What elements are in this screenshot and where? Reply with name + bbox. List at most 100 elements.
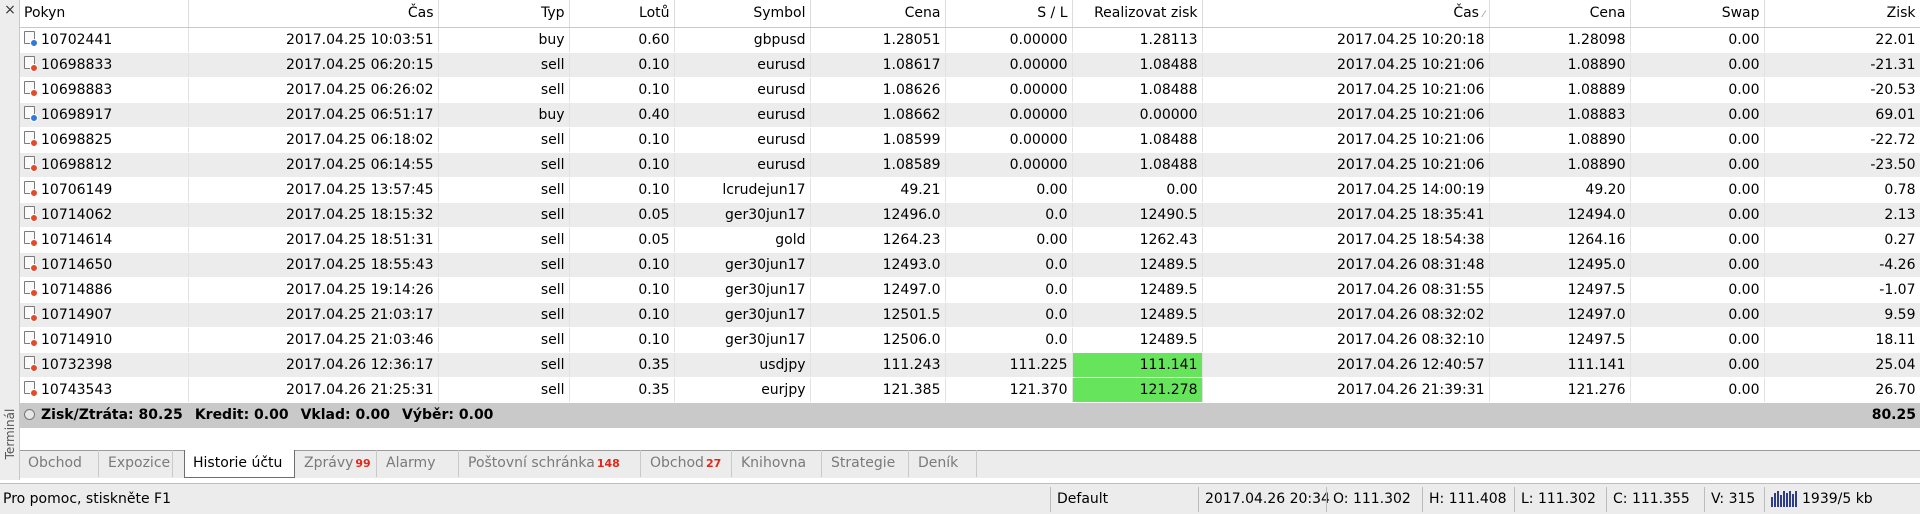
col-header-tp[interactable]: Realizovat zisk [1072,0,1203,28]
sl-cell: 0.00000 [945,77,1073,103]
summary-collapse-icon[interactable] [24,409,35,420]
order-cell: 10743543 [20,377,189,403]
sl-cell: 0.0 [945,277,1073,303]
tp-cell: 1.08488 [1072,77,1203,103]
tab-strategy[interactable]: Strategie [823,450,909,477]
tab-label: Obchod [28,455,82,471]
type-cell: sell [438,302,570,328]
tp-cell: 12490.5 [1072,202,1203,228]
close-time-cell: 2017.04.25 10:20:18 [1202,27,1490,53]
table-row[interactable]: 10714907 2017.04.25 21:03:17 sell 0.10 ger30… [20,302,1920,328]
table-row[interactable]: 10743543 2017.04.26 21:25:31 sell 0.35 eurjp… [20,377,1920,403]
col-header-lots[interactable]: Lotů [569,0,675,28]
open-price-cell: 12497.0 [810,277,946,303]
table-row[interactable]: 10714910 2017.04.25 21:03:46 sell 0.10 ger30… [20,327,1920,353]
swap-cell: 0.00 [1630,127,1765,153]
type-cell: sell [438,277,570,303]
tp-cell: 0.00000 [1072,102,1203,128]
tab-label: Deník [918,455,959,471]
symbol-cell: ger30jun17 [674,277,811,303]
table-row[interactable]: 10702441 2017.04.25 10:03:51 buy 0.60 gbpusd… [20,27,1920,53]
table-row[interactable]: 10698825 2017.04.25 06:18:02 sell 0.10 eurus… [20,127,1920,153]
status-connection[interactable]: 1939/5 kb [1764,487,1920,512]
swap-cell: 0.00 [1630,302,1765,328]
type-cell: sell [438,127,570,153]
col-header-symbol[interactable]: Symbol [674,0,811,28]
open-time-cell: 2017.04.26 21:25:31 [188,377,439,403]
status-bar: Pro pomoc, stiskněte F1 Default 2017.04.… [0,483,1920,514]
swap-cell: 0.00 [1630,277,1765,303]
lots-cell: 0.35 [569,377,675,403]
close-icon[interactable]: × [0,0,20,20]
col-header-order[interactable]: Pokyn [20,0,189,28]
table-row[interactable]: 10698917 2017.04.25 06:51:17 buy 0.40 eurusd… [20,102,1920,128]
swap-cell: 0.00 [1630,52,1765,78]
tab-trade[interactable]: Obchod [20,450,99,477]
close-time-cell: 2017.04.26 21:39:31 [1202,377,1490,403]
lots-cell: 0.10 [569,127,675,153]
tab-account-history[interactable]: Historie účtu [184,450,295,478]
status-profile[interactable]: Default [1050,487,1198,512]
symbol-cell: eurjpy [674,377,811,403]
status-open: O: 111.302 [1326,487,1422,512]
table-row[interactable]: 10698833 2017.04.25 06:20:15 sell 0.10 eurus… [20,52,1920,78]
symbol-cell: usdjpy [674,352,811,378]
tab-label: Historie účtu [193,455,283,471]
col-header-profit[interactable]: Zisk [1764,0,1920,28]
tab-count-badge: 148 [596,457,620,470]
order-cell: 10714062 [20,202,189,228]
close-price-cell: 1.08890 [1489,52,1631,78]
col-header-close-price[interactable]: Cena [1489,0,1631,28]
type-cell: buy [438,27,570,53]
col-header-type[interactable]: Typ [438,0,570,28]
open-time-cell: 2017.04.26 12:36:17 [188,352,439,378]
lots-cell: 0.35 [569,352,675,378]
open-time-cell: 2017.04.25 18:15:32 [188,202,439,228]
buy-order-icon [24,106,38,122]
tab-library[interactable]: Knihovna [733,450,822,477]
tab-mailbox[interactable]: Poštovní schránka 148 [460,450,641,477]
swap-cell: 0.00 [1630,27,1765,53]
symbol-cell: eurusd [674,52,811,78]
table-header-row: Pokyn Čas Typ Lotů Symbol Cena S / L Rea… [20,0,1920,28]
order-cell: 10698812 [20,152,189,178]
summary-cell: Zisk/Ztráta: 80.25 Kredit: 0.00 Vklad: 0.0… [20,402,1764,429]
col-header-swap[interactable]: Swap [1630,0,1765,28]
table-row[interactable]: 10714062 2017.04.25 18:15:32 sell 0.05 ger30… [20,202,1920,228]
open-price-cell: 1264.23 [810,227,946,253]
close-price-cell: 111.141 [1489,352,1631,378]
table-row[interactable]: 10706149 2017.04.25 13:57:45 sell 0.10 lcrud… [20,177,1920,203]
col-header-open-time[interactable]: Čas [188,0,439,28]
tab-alerts[interactable]: Alarmy [378,450,459,477]
type-cell: sell [438,152,570,178]
close-price-cell: 49.20 [1489,177,1631,203]
sell-order-icon [24,206,38,222]
tab-journal[interactable]: Deník [910,450,977,477]
table-row[interactable]: 10714650 2017.04.25 18:55:43 sell 0.10 ger30… [20,252,1920,278]
col-header-sl[interactable]: S / L [945,0,1073,28]
table-row[interactable]: 10698812 2017.04.25 06:14:55 sell 0.10 eurus… [20,152,1920,178]
table-row[interactable]: 10698883 2017.04.25 06:26:02 sell 0.10 eurus… [20,77,1920,103]
tab-news[interactable]: Zprávy 99 [296,450,377,477]
table-row[interactable]: 10732398 2017.04.26 12:36:17 sell 0.35 usdjp… [20,352,1920,378]
open-time-cell: 2017.04.25 13:57:45 [188,177,439,203]
profit-cell: -23.50 [1764,152,1920,178]
terminal-label: Terminál [1,398,19,470]
tab-market[interactable]: Obchod 27 [642,450,732,477]
order-cell: 10714650 [20,252,189,278]
close-price-cell: 1.08883 [1489,102,1631,128]
table-row[interactable]: 10714614 2017.04.25 18:51:31 sell 0.05 gold 1… [20,227,1920,253]
order-cell: 10698883 [20,77,189,103]
tab-label: Zprávy [304,455,354,471]
col-header-close-time[interactable]: Čas ⁄ [1202,0,1490,28]
status-high: H: 111.408 [1422,487,1514,512]
symbol-cell: eurusd [674,152,811,178]
sl-cell: 0.00000 [945,27,1073,53]
col-header-open-price[interactable]: Cena [810,0,946,28]
tab-exposure[interactable]: Expozice [100,450,173,477]
close-time-cell: 2017.04.26 08:31:55 [1202,277,1490,303]
open-price-cell: 49.21 [810,177,946,203]
open-time-cell: 2017.04.25 21:03:17 [188,302,439,328]
table-row[interactable]: 10714886 2017.04.25 19:14:26 sell 0.10 ger30… [20,277,1920,303]
open-price-cell: 1.08662 [810,102,946,128]
